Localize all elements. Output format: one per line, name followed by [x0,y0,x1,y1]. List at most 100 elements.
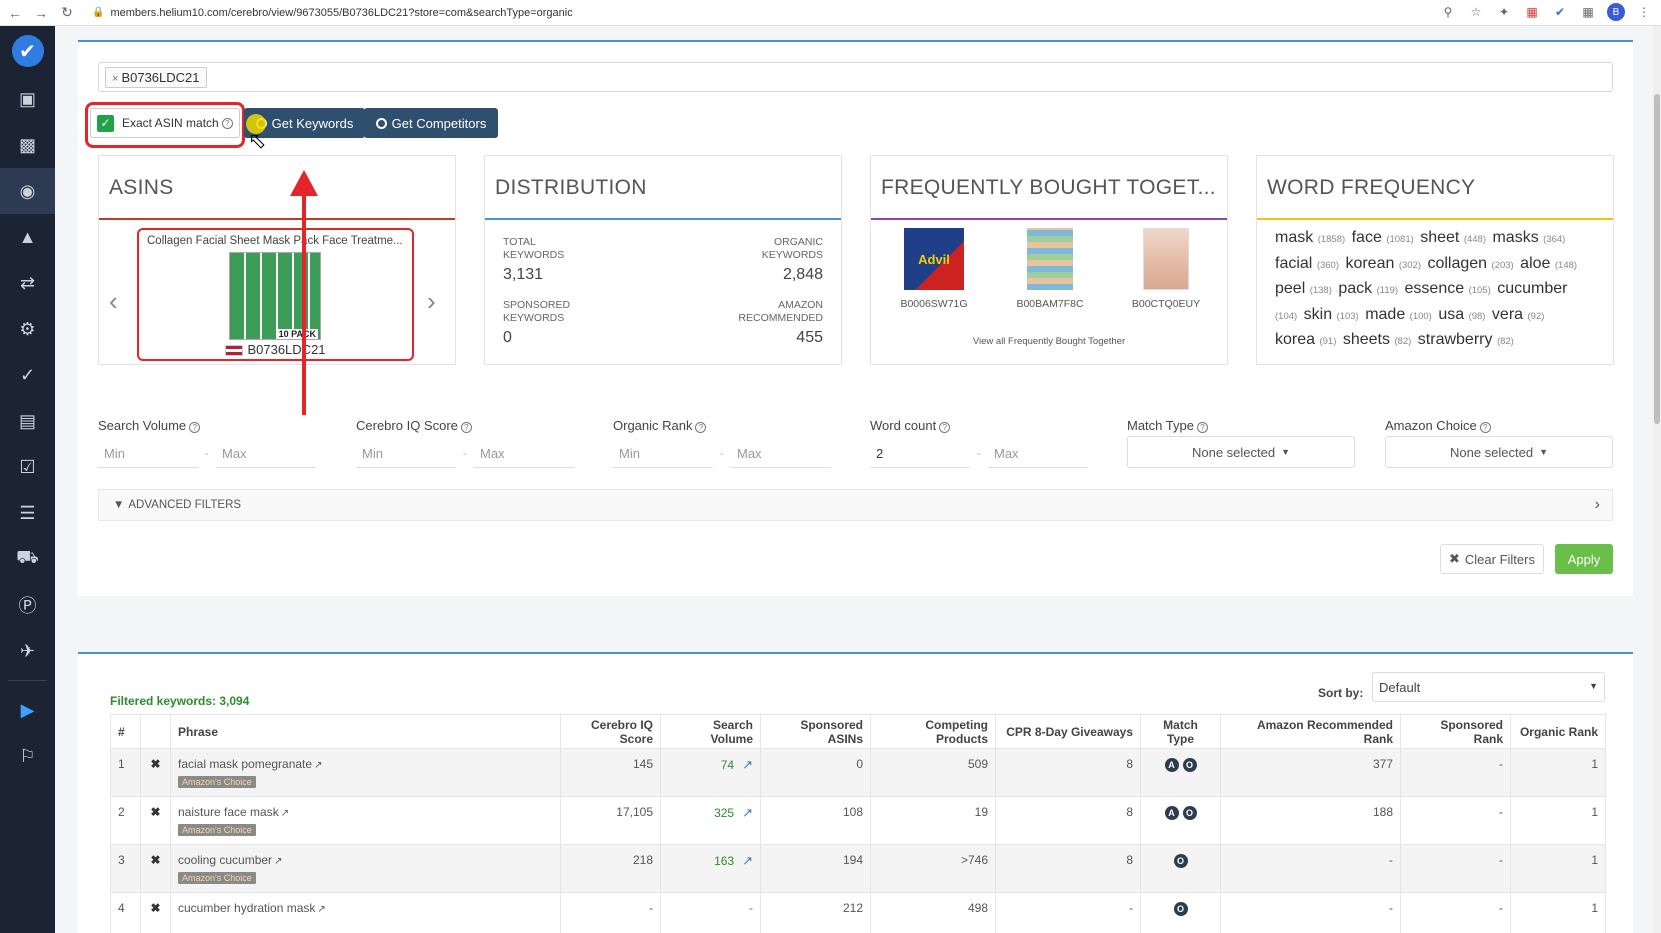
table-row[interactable]: 1 ✖ facial mask pomegranate ↗ Amazon's Choic… [110,748,1606,797]
forward-icon[interactable]: → [30,2,52,24]
product-tile[interactable]: Collagen Facial Sheet Mask Pack Face Tre… [137,228,414,361]
menu-icon[interactable]: ⋮ [1635,3,1653,21]
document-icon[interactable]: ▤ [0,398,55,444]
col-sponsored-asins[interactable]: Sponsored ASINs [760,714,871,749]
organic-rank-max[interactable]: Max [731,440,831,468]
star-icon[interactable]: ☆ [1467,3,1485,21]
col-phrase[interactable]: Phrase [170,714,561,749]
settings-icon[interactable]: ⚙ [0,306,55,352]
col-organic-rank[interactable]: Organic Rank [1510,714,1606,749]
chevron-right-icon[interactable]: › [427,286,436,317]
help-icon[interactable]: ? [460,422,472,433]
back-icon[interactable]: ← [4,2,26,24]
address-bar[interactable]: 🔒 members.helium10.com/cerebro/view/9673… [92,7,573,19]
external-link-icon[interactable]: ↗ [274,856,282,867]
trend-chart-icon[interactable]: ↗ [742,805,753,820]
col-competing-products[interactable]: Competing Products [870,714,996,749]
remove-keyword-button[interactable]: ✖ [140,796,171,845]
help-icon[interactable]: ? [221,117,233,129]
advanced-filters-toggle[interactable]: ▼ ADVANCED FILTERS › [98,489,1613,521]
organic-rank-min[interactable]: Min [613,440,713,468]
table-row[interactable]: 4 ✖ cucumber hydration mask ↗ - -212 498- O - -1 [110,892,1606,933]
extension-icon[interactable]: ✦ [1495,3,1513,21]
external-link-icon[interactable]: ↗ [314,760,322,771]
sort-select[interactable]: Default ▼ [1372,672,1605,702]
phrase-text[interactable]: cucumber hydration mask [178,901,315,915]
play-icon[interactable]: ▶ [0,687,55,733]
remove-keyword-button[interactable]: ✖ [140,892,171,933]
chevron-left-icon[interactable]: ‹ [109,286,118,317]
table-row[interactable]: 3 ✖ cooling cucumber ↗ Amazon's Choice 218 163… [110,844,1606,893]
col-index[interactable]: # [110,714,141,749]
external-link-icon[interactable]: ↗ [317,904,325,915]
asin-input[interactable]: × B0736LDC21 [98,62,1613,92]
checkbox-checked-icon[interactable]: ✓ [97,114,114,132]
fbt-item[interactable]: Advil B0006SW71G [889,228,979,310]
remove-keyword-button[interactable]: ✖ [140,844,171,893]
amazon-choice-select[interactable]: None selected ▼ [1385,436,1613,468]
col-remove[interactable] [140,714,171,749]
sync-icon[interactable]: ⇄ [0,260,55,306]
close-icon[interactable]: ✖ [150,805,160,819]
avatar[interactable]: B [1607,3,1625,21]
calendar-icon[interactable]: ▦ [1523,3,1541,21]
helium-extension-icon[interactable]: ✔ [1551,3,1569,21]
remove-keyword-button[interactable]: ✖ [140,748,171,797]
col-cpr-giveaways[interactable]: CPR 8-Day Giveaways [995,714,1141,749]
close-icon[interactable]: ✖ [150,901,160,915]
col-match-type[interactable]: Match Type [1140,714,1221,749]
table-row[interactable]: 2 ✖ naisture face mask ↗ Amazon's Choice 17,1… [110,796,1606,845]
fbt-item[interactable]: B00CTQ0EUY [1121,228,1211,310]
col-search-volume[interactable]: Search Volume [660,714,761,749]
word-count-min[interactable]: 2 [870,440,970,468]
phrase-text[interactable]: naisture face mask [178,805,279,819]
helium-logo-icon: ✔ [11,35,44,67]
help-icon[interactable]: ? [189,422,201,433]
help-icon[interactable]: ? [1479,422,1491,433]
asin-tag[interactable]: × B0736LDC21 [105,66,207,88]
checklist-icon[interactable]: ☑ [0,444,55,490]
scrollbar[interactable] [1653,26,1661,933]
globe-icon[interactable]: ◉ [0,168,55,214]
trend-chart-icon[interactable]: ↗ [742,853,753,868]
phrase-text[interactable]: cooling cucumber [178,853,272,867]
word-count-max[interactable]: Max [988,440,1088,468]
help-icon[interactable]: ? [1196,422,1208,433]
chart-icon[interactable]: ▩ [0,122,55,168]
search-volume-min[interactable]: Min [98,440,198,468]
remove-tag-icon[interactable]: × [112,73,118,85]
apply-button[interactable]: Apply [1555,544,1613,574]
reload-icon[interactable]: ↻ [56,2,78,24]
zoom-icon[interactable]: ⚲ [1439,3,1457,21]
match-type-select[interactable]: None selected ▼ [1127,436,1355,468]
cerebro-iq-max[interactable]: Max [474,440,574,468]
logo[interactable]: ✔ [0,26,55,76]
help-icon[interactable]: ? [939,422,951,433]
grid-icon[interactable]: ▦ [1579,3,1597,21]
book-icon[interactable]: ▣ [0,76,55,122]
external-link-icon[interactable]: ↗ [281,808,289,819]
plane-icon[interactable]: ✈ [0,628,55,674]
view-all-fbt-link[interactable]: View all Frequently Bought Together [871,336,1227,347]
phrase-text[interactable]: facial mask pomegranate [178,757,312,771]
check-circle-icon[interactable]: ✓ [0,352,55,398]
area-chart-icon[interactable]: ▲ [0,214,55,260]
clear-filters-button[interactable]: ✖ Clear Filters [1440,544,1544,574]
truck-icon[interactable]: ⛟ [0,536,55,582]
col-sponsored-rank[interactable]: Sponsored Rank [1400,714,1511,749]
stack-icon[interactable]: ☰ [0,490,55,536]
close-icon[interactable]: ✖ [150,757,160,771]
exact-asin-match-toggle[interactable]: ✓ Exact ASIN match ? [90,108,240,138]
get-competitors-button[interactable]: Get Competitors [364,108,498,138]
p-icon[interactable]: Ⓟ [0,582,55,628]
cerebro-iq-min[interactable]: Min [356,440,456,468]
scrollbar-thumb[interactable] [1654,94,1660,424]
help-icon[interactable]: ? [695,422,707,433]
bell-icon[interactable]: ⚐ [0,733,55,779]
col-amazon-recommended-rank[interactable]: Amazon Recommended Rank [1220,714,1401,749]
close-icon[interactable]: ✖ [150,853,160,867]
fbt-item[interactable]: B00BAM7F8C [1005,228,1095,310]
search-volume-max[interactable]: Max [216,440,316,468]
trend-chart-icon[interactable]: ↗ [742,757,753,772]
col-cerebro-iq[interactable]: Cerebro IQ Score [560,714,661,749]
